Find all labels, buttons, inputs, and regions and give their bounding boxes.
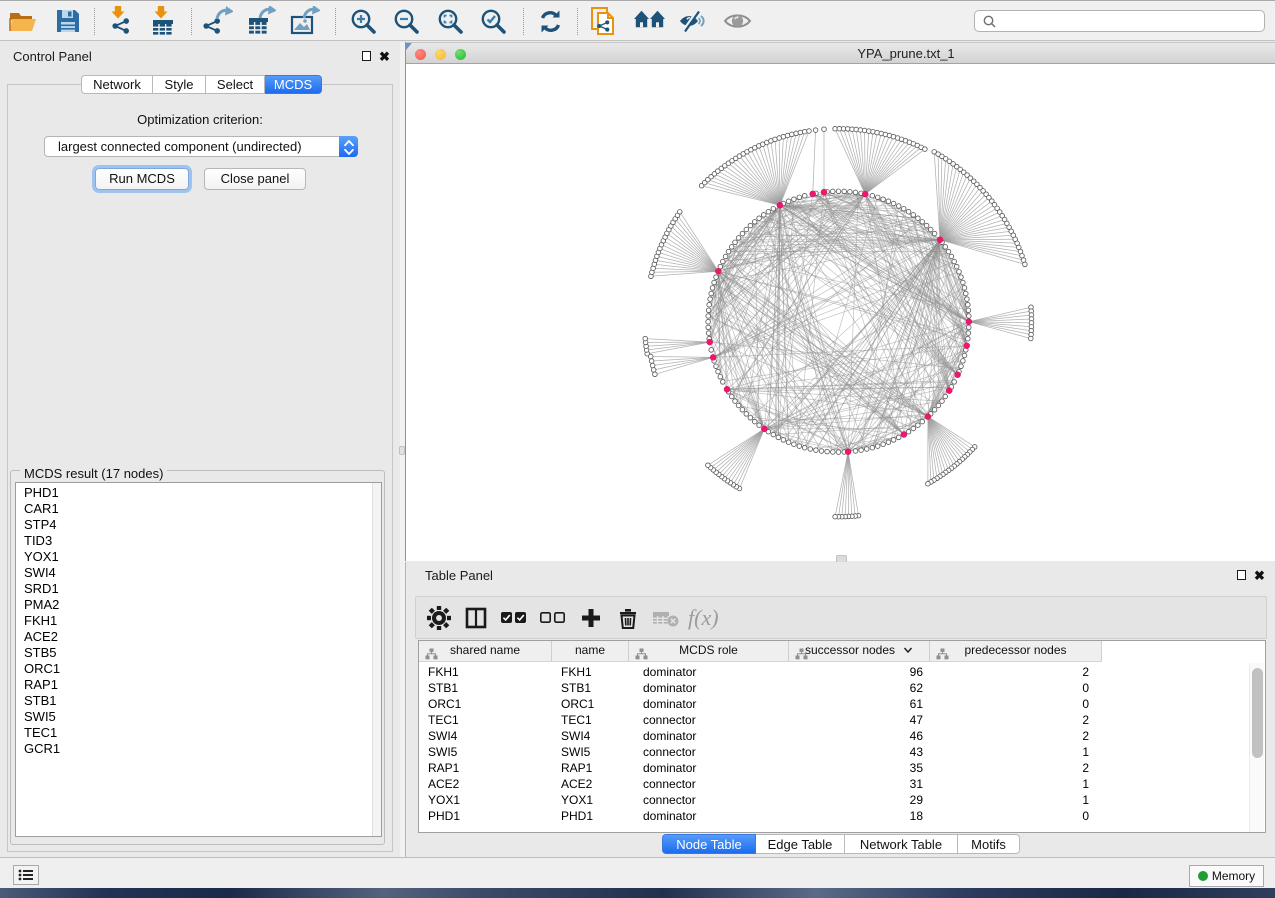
svg-text:f(x): f(x) bbox=[688, 605, 719, 630]
